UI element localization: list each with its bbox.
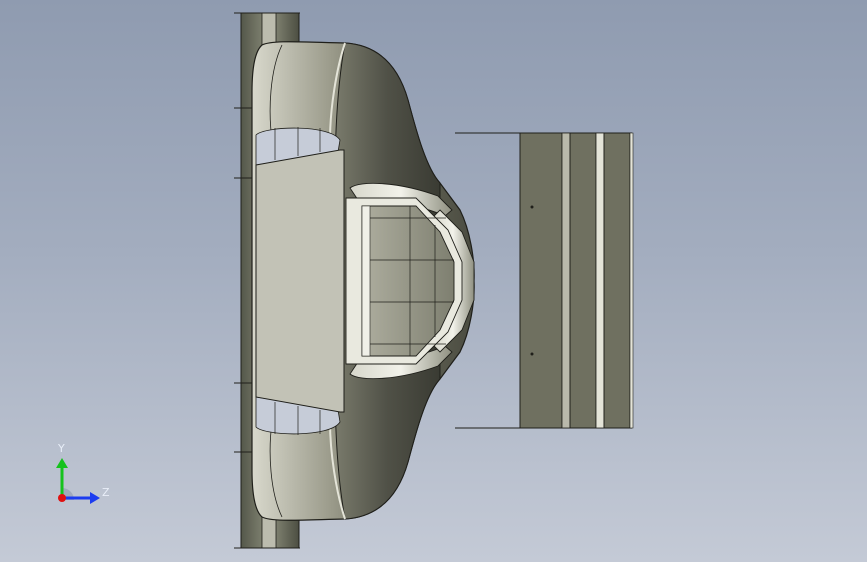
right-bracket[interactable]	[455, 132, 634, 429]
model-canvas[interactable]	[0, 0, 867, 562]
triad-z-label: Z	[102, 486, 110, 499]
x-axis-point	[58, 494, 66, 502]
triad-y-label: Y	[58, 442, 65, 455]
y-axis-arrow	[56, 458, 68, 468]
cad-graphics-viewport[interactable]: Y Z	[0, 0, 867, 562]
front-cover-plate[interactable]	[255, 149, 345, 413]
z-axis-arrow	[90, 492, 100, 504]
coordinate-triad	[56, 458, 100, 504]
